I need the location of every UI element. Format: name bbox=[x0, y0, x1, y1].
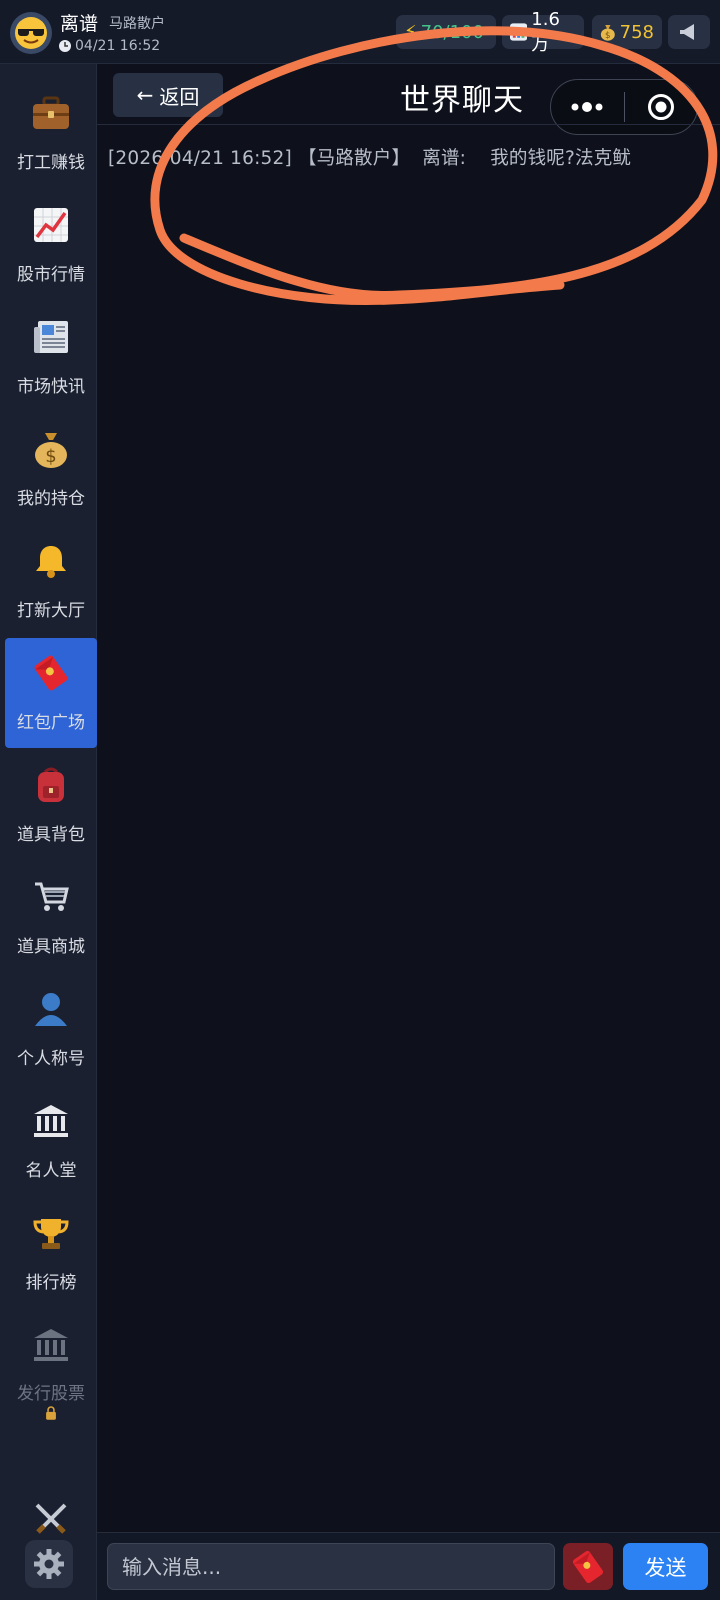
coins-value: 758 bbox=[619, 21, 654, 43]
bell-icon bbox=[30, 540, 72, 582]
user-time-text: 04/21 16:52 bbox=[75, 38, 161, 54]
assets-value: 1.6万 bbox=[531, 8, 560, 55]
megaphone-icon bbox=[680, 24, 694, 40]
arrow-left-icon: ← bbox=[136, 83, 154, 107]
backpack-icon bbox=[30, 764, 72, 806]
user-name: 离谱 bbox=[60, 13, 99, 35]
svg-text:$: $ bbox=[45, 446, 56, 467]
sidebar-item-label: 打工赚钱 bbox=[17, 153, 85, 173]
user-rank: 马路散户 bbox=[109, 16, 165, 32]
red-packet-button[interactable] bbox=[563, 1543, 613, 1590]
sidebar-item-label: 红包广场 bbox=[17, 713, 85, 733]
lightning-icon: ⚡ bbox=[404, 21, 417, 43]
back-button[interactable]: ← 返回 bbox=[113, 73, 223, 117]
sidebar-item-label: 道具背包 bbox=[17, 825, 85, 845]
sidebar-item-shop[interactable]: 道具商城 bbox=[5, 862, 97, 972]
energy-stat[interactable]: ⚡ 70/100 bbox=[396, 15, 496, 49]
back-label: 返回 bbox=[159, 84, 200, 109]
gear-icon bbox=[34, 1549, 64, 1579]
send-button[interactable]: 发送 bbox=[623, 1543, 708, 1590]
bank-icon bbox=[30, 1100, 72, 1142]
user-time: 04/21 16:52 bbox=[58, 38, 160, 54]
input-bar: 发送 bbox=[97, 1532, 720, 1600]
sidebar-item-stock-market[interactable]: 股市行情 bbox=[5, 190, 97, 300]
sidebar-item-label: 道具商城 bbox=[17, 937, 85, 957]
sidebar-item-label: 股市行情 bbox=[17, 265, 85, 285]
message-text: 我的钱呢?法克鱿 bbox=[490, 148, 632, 169]
svg-text:$: $ bbox=[605, 31, 611, 41]
message-input[interactable] bbox=[107, 1543, 555, 1590]
newspaper-icon bbox=[30, 316, 72, 358]
bar-chart-icon bbox=[510, 23, 528, 41]
cool-face-icon bbox=[15, 17, 47, 49]
coins-stat[interactable]: $ 758 bbox=[592, 15, 662, 49]
sidebar: 打工赚钱 股市行情 市场快讯 $ 我的持仓 打新大厅 红包广场 道具背包 道具商… bbox=[0, 64, 97, 1600]
briefcase-icon bbox=[30, 92, 72, 134]
message-rank: 【马路散户】 bbox=[297, 148, 411, 169]
target-close-icon bbox=[647, 94, 674, 120]
sidebar-item-work[interactable]: 打工赚钱 bbox=[5, 78, 97, 188]
money-bag-icon: $ bbox=[30, 428, 72, 470]
sidebar-item-leaderboard[interactable]: 排行榜 bbox=[5, 1198, 97, 1308]
sidebar-item-label: 我的持仓 bbox=[17, 489, 85, 509]
sidebar-item-ipo[interactable]: 打新大厅 bbox=[5, 526, 97, 636]
sidebar-item-backpack[interactable]: 道具背包 bbox=[5, 750, 97, 860]
sidebar-item-label: 排行榜 bbox=[25, 1273, 77, 1293]
sidebar-item-holdings[interactable]: $ 我的持仓 bbox=[5, 414, 97, 524]
cart-icon bbox=[30, 876, 72, 918]
sidebar-item-news[interactable]: 市场快讯 bbox=[5, 302, 97, 412]
energy-value: 70/100 bbox=[420, 21, 484, 43]
assets-stat[interactable]: 1.6万 bbox=[502, 9, 584, 55]
red-envelope-icon bbox=[30, 652, 72, 694]
message-sender: 离谱: bbox=[422, 148, 467, 169]
sidebar-item-issue-stock[interactable]: 发行股票 bbox=[5, 1310, 97, 1420]
message-timestamp: [2026/04/21 16:52] bbox=[108, 148, 292, 169]
person-icon bbox=[30, 988, 72, 1030]
trophy-icon bbox=[30, 1212, 72, 1254]
settings-button[interactable] bbox=[25, 1540, 73, 1588]
announcement-button[interactable] bbox=[668, 15, 710, 49]
money-bag-icon: $ bbox=[600, 25, 615, 41]
sidebar-item-label: 个人称号 bbox=[17, 1049, 85, 1069]
sidebar-item-label: 发行股票 bbox=[17, 1384, 85, 1405]
chat-message: [2026/04/21 16:52] 【马路散户】 离谱: 我的钱呢?法克鱿 bbox=[108, 144, 631, 170]
chat-area[interactable]: [2026/04/21 16:52] 【马路散户】 离谱: 我的钱呢?法克鱿 bbox=[97, 125, 720, 1532]
page-title: 世界聊天 bbox=[400, 83, 524, 118]
more-dots-icon bbox=[571, 102, 603, 112]
sidebar-item-label: 名人堂 bbox=[25, 1161, 77, 1181]
sidebar-item-titles[interactable]: 个人称号 bbox=[5, 974, 97, 1084]
lock-icon bbox=[46, 1406, 56, 1420]
sidebar-item-label: 打新大厅 bbox=[17, 601, 85, 621]
chart-icon bbox=[30, 204, 72, 246]
avatar[interactable] bbox=[10, 12, 52, 54]
sidebar-item-hall-of-fame[interactable]: 名人堂 bbox=[5, 1086, 97, 1196]
stock-issue-icon bbox=[30, 1324, 72, 1365]
crossed-swords-icon bbox=[30, 1498, 72, 1540]
sidebar-item-red-packet-plaza[interactable]: 红包广场 bbox=[5, 638, 97, 748]
sidebar-item-battle[interactable] bbox=[5, 1484, 97, 1544]
red-envelope-icon bbox=[572, 1550, 604, 1583]
sidebar-item-label: 市场快讯 bbox=[17, 377, 85, 397]
clock-icon bbox=[59, 40, 71, 52]
top-bar: 离谱 马路散户 04/21 16:52 ⚡ 70/100 1.6万 $ 758 bbox=[0, 0, 720, 64]
